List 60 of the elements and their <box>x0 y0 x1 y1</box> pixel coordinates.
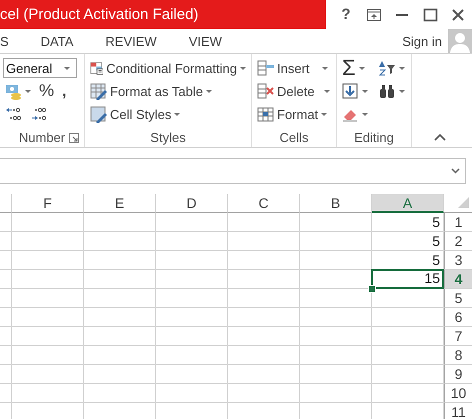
caret-icon <box>399 90 405 92</box>
ribbon-tab[interactable]: VIEW <box>188 32 222 50</box>
table-cell-text: 5 <box>431 251 441 269</box>
percent-button[interactable]: % <box>37 81 56 101</box>
group-label: Number <box>18 130 66 145</box>
window-title: cel (Product Activation Failed) <box>0 0 326 29</box>
chevron-down-icon[interactable] <box>451 168 460 174</box>
minimize-icon <box>396 14 408 16</box>
sort-filter-icon <box>379 60 396 76</box>
caret-icon <box>322 66 328 70</box>
table-cell-text: 5 <box>431 213 441 231</box>
column-header[interactable]: A <box>372 194 444 213</box>
group-label: Cells <box>280 130 308 145</box>
caret-icon <box>206 90 212 92</box>
number-format-dropdown[interactable]: General <box>3 58 77 78</box>
caret-icon <box>399 66 405 70</box>
cells-command-button[interactable]: Insert <box>255 58 333 78</box>
delete-cells-icon <box>257 82 274 100</box>
help-button[interactable]: ? <box>335 4 357 26</box>
active-cell: 15 <box>371 269 444 289</box>
decimal-arrow-icon <box>30 106 47 122</box>
caret-icon <box>324 90 330 92</box>
collapse-ribbon-icon[interactable] <box>434 133 446 142</box>
style-command-button[interactable]: Cell Styles <box>88 104 248 124</box>
fill-down-icon <box>342 82 359 100</box>
caret-icon <box>64 66 70 70</box>
caret-icon <box>174 112 180 116</box>
style-command-button[interactable]: Format as Table <box>88 81 248 101</box>
ribbon-tab[interactable]: REVIEW <box>105 32 157 50</box>
close-icon <box>451 8 465 22</box>
caret-icon <box>321 112 328 116</box>
table-format-icon <box>90 82 107 100</box>
autosum-button[interactable]: Σ <box>340 58 371 78</box>
caret-icon <box>358 66 365 70</box>
cells-command-button[interactable]: Delete <box>255 81 333 101</box>
style-command-button[interactable]: Conditional Formatting <box>88 58 248 78</box>
caret-icon <box>362 90 368 92</box>
row-header[interactable]: 4 <box>444 270 472 289</box>
dialog-launcher-icon[interactable] <box>69 133 79 143</box>
comma-button[interactable]: , <box>60 81 68 101</box>
cells-command-button[interactable]: Format <box>255 104 333 124</box>
cell-styles-icon <box>90 106 107 122</box>
money-icon <box>5 82 22 100</box>
ribbon-display-icon <box>366 8 382 22</box>
insert-cells-icon <box>257 60 274 76</box>
decimal-arrow-icon <box>5 106 22 122</box>
caret-icon <box>362 112 368 116</box>
caret-icon <box>240 66 246 70</box>
table-cell-text: 5 <box>431 232 441 250</box>
group-label: Editing <box>354 130 394 145</box>
fill-handle[interactable] <box>368 285 376 293</box>
sign-in-link[interactable]: Sign in <box>402 34 442 48</box>
format-cells-icon <box>257 106 274 122</box>
conditional-formatting-icon <box>90 60 104 76</box>
ribbon-tab[interactable]: S <box>0 32 9 50</box>
caret-icon <box>25 90 31 92</box>
binoculars-icon <box>379 82 396 100</box>
maximize-icon <box>422 8 438 22</box>
group-label: Styles <box>150 130 186 145</box>
ribbon-tab[interactable]: DATA <box>40 32 74 50</box>
